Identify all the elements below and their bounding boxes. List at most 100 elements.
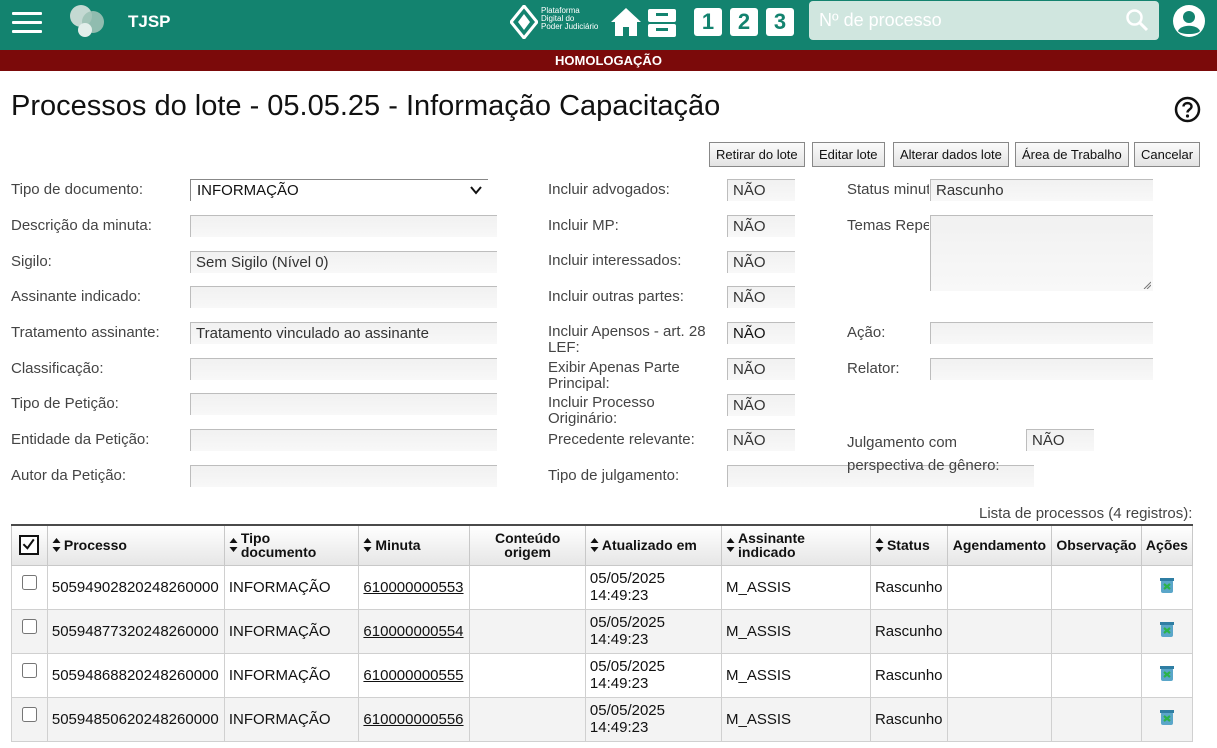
- petition-entity-field: [190, 429, 497, 451]
- sort-icon: [363, 538, 372, 553]
- draft-link[interactable]: 610000000554: [363, 623, 463, 640]
- table-header-row: Processo Tipo documento Minuta Conteúdo …: [11, 524, 1194, 566]
- repetitive-themes-field: [930, 215, 1153, 291]
- cell-processo: 50594850620248260000: [46, 696, 225, 742]
- trash-icon[interactable]: [1158, 708, 1176, 726]
- secrecy-field: Sem Sigilo (Nível 0): [190, 251, 497, 273]
- show-main-party-field: NÃO: [727, 358, 795, 380]
- signer-field: [190, 286, 497, 308]
- petition-entity-label: Entidade da Petição:: [11, 431, 150, 448]
- cell-observacao: [1050, 696, 1142, 742]
- cell-observacao: [1050, 564, 1142, 610]
- include-other-parties-label: Incluir outras partes:: [548, 288, 684, 305]
- environment-banner: HOMOLOGAÇÃO: [0, 50, 1217, 71]
- page-title: Processos do lote - 05.05.25 - Informaçã…: [11, 90, 721, 122]
- sort-icon: [875, 538, 884, 553]
- row-checkbox[interactable]: [21, 706, 37, 722]
- action-field: [930, 322, 1153, 344]
- cell-tipo: INFORMAÇÃO: [223, 696, 360, 742]
- gender-perspective-label: Julgamento com perspectiva de gênero:: [847, 434, 1000, 474]
- column-header-assinante[interactable]: Assinante indicado: [721, 524, 871, 566]
- sort-icon: [52, 538, 61, 553]
- search-icon[interactable]: [1125, 8, 1149, 32]
- table-row: 50594902820248260000 INFORMAÇÃO 61000000…: [11, 564, 1194, 610]
- user-icon[interactable]: [1173, 5, 1205, 37]
- draft-description-field: [190, 215, 497, 237]
- pdpj-wordmark: Plataforma Digital do Poder Judiciário: [541, 6, 599, 31]
- menu-icon[interactable]: [12, 12, 42, 34]
- cancel-button[interactable]: Cancelar: [1134, 142, 1201, 167]
- edit-batch-button[interactable]: Editar lote: [812, 142, 885, 167]
- table-row: 50594850620248260000 INFORMAÇÃO 61000000…: [11, 696, 1194, 742]
- remove-from-batch-button[interactable]: Retirar do lote: [709, 142, 805, 167]
- cell-observacao: [1050, 652, 1142, 698]
- cell-agendamento: [946, 564, 1052, 610]
- cell-atualizado: 05/05/2025 14:49:23: [584, 652, 723, 698]
- sort-icon: [229, 538, 238, 553]
- include-original-process-field: NÃO: [727, 394, 795, 416]
- include-interested-label: Incluir interessados:: [548, 252, 682, 269]
- cell-status: Rascunho: [869, 608, 948, 654]
- quick-access-2-button[interactable]: 2: [730, 8, 758, 36]
- column-header-processo[interactable]: Processo: [46, 524, 225, 566]
- signer-treatment-label: Tratamento assinante:: [11, 324, 160, 341]
- draft-link[interactable]: 610000000555: [363, 667, 463, 684]
- cell-status: Rascunho: [869, 652, 948, 698]
- row-checkbox[interactable]: [21, 662, 37, 678]
- resize-grip-icon[interactable]: [1143, 281, 1151, 289]
- draft-link[interactable]: 610000000556: [363, 711, 463, 728]
- secrecy-label: Sigilo:: [11, 253, 52, 270]
- document-type-select[interactable]: INFORMAÇÃO: [190, 179, 488, 201]
- inbox-icon[interactable]: [646, 8, 678, 38]
- draft-description-label: Descrição da minuta:: [11, 217, 152, 234]
- court-name: TJSP: [128, 12, 171, 31]
- change-batch-data-button[interactable]: Alterar dados lote: [893, 142, 1009, 167]
- column-header-tipo[interactable]: Tipo documento: [223, 524, 360, 566]
- trash-icon[interactable]: [1158, 620, 1176, 638]
- cell-tipo: INFORMAÇÃO: [223, 564, 360, 610]
- relevant-precedent-label: Precedente relevante:: [548, 431, 695, 448]
- action-label: Ação:: [847, 324, 886, 341]
- workspace-button[interactable]: Área de Trabalho: [1015, 142, 1129, 167]
- column-header-observacao: Observação: [1050, 524, 1142, 566]
- draft-link[interactable]: 610000000553: [363, 579, 463, 596]
- cell-processo: 50594902820248260000: [46, 564, 225, 610]
- cell-assinante: M_ASSIS: [721, 696, 871, 742]
- tjsp-logo: [68, 3, 108, 41]
- cell-atualizado: 05/05/2025 14:49:23: [584, 608, 723, 654]
- trash-icon[interactable]: [1158, 576, 1176, 594]
- process-search-input[interactable]: [809, 1, 1119, 40]
- cell-atualizado: 05/05/2025 14:49:23: [584, 564, 723, 610]
- include-original-process-label: Incluir Processo Originário:: [548, 394, 655, 427]
- table-row: 50594877320248260000 INFORMAÇÃO 61000000…: [11, 608, 1194, 654]
- process-table: Processo Tipo documento Minuta Conteúdo …: [11, 524, 1194, 742]
- quick-access-1-button[interactable]: 1: [694, 8, 722, 36]
- cell-assinante: M_ASSIS: [721, 608, 871, 654]
- cell-tipo: INFORMAÇÃO: [223, 652, 360, 698]
- judgment-type-label: Tipo de julgamento:: [548, 467, 680, 484]
- include-attachments-field: NÃO: [727, 322, 795, 344]
- column-header-status[interactable]: Status: [869, 524, 948, 566]
- petition-author-field: [190, 465, 497, 487]
- cell-atualizado: 05/05/2025 14:49:23: [584, 696, 723, 742]
- help-icon[interactable]: [1174, 96, 1201, 123]
- column-header-conteudo: Conteúdo origem: [469, 524, 586, 566]
- rapporteur-field: [930, 358, 1153, 380]
- process-search: [809, 1, 1159, 40]
- top-bar: TJSP Plataforma Digital do Poder Judiciá…: [0, 0, 1217, 50]
- include-lawyers-field: NÃO: [727, 179, 795, 201]
- include-mp-field: NÃO: [727, 215, 795, 237]
- draft-status-label: Status minut: [847, 181, 929, 198]
- select-all-checkbox[interactable]: [19, 535, 40, 556]
- trash-icon[interactable]: [1158, 664, 1176, 682]
- quick-access-3-button[interactable]: 3: [766, 8, 794, 36]
- column-header-minuta[interactable]: Minuta: [358, 524, 471, 566]
- home-icon[interactable]: [610, 6, 642, 38]
- column-header-atualizado[interactable]: Atualizado em: [584, 524, 723, 566]
- cell-conteudo: [469, 564, 586, 610]
- include-lawyers-label: Incluir advogados:: [548, 181, 670, 198]
- petition-author-label: Autor da Petição:: [11, 467, 127, 484]
- row-checkbox[interactable]: [21, 618, 37, 634]
- cell-agendamento: [946, 696, 1052, 742]
- row-checkbox[interactable]: [21, 574, 37, 590]
